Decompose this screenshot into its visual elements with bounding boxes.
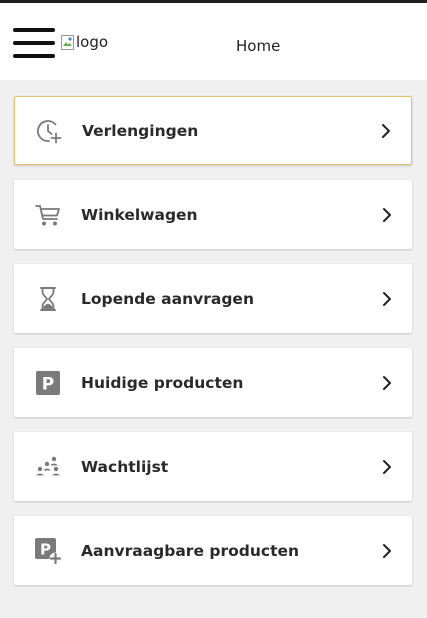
menu-item-label: Verlengingen (82, 121, 199, 140)
cart-icon (34, 201, 62, 229)
logo[interactable]: logo (61, 33, 108, 51)
menu-item-aanvraagbare-producten[interactable]: P Aanvraagbare producten (14, 516, 412, 585)
svg-text:P: P (42, 374, 54, 394)
parking-icon: P (34, 369, 62, 397)
broken-image-icon (61, 34, 74, 50)
logo-alt-text: logo (76, 33, 109, 51)
chevron-right-icon (383, 291, 391, 306)
parking-add-icon: P (34, 537, 62, 565)
page-title: Home (236, 37, 281, 55)
svg-text:P: P (40, 540, 51, 558)
menu-item-lopende-aanvragen[interactable]: Lopende aanvragen (14, 264, 412, 333)
renewal-clock-icon (35, 117, 63, 145)
waitlist-people-icon (34, 453, 62, 481)
hamburger-menu-icon[interactable] (13, 28, 55, 68)
menu-item-winkelwagen[interactable]: Winkelwagen (14, 180, 412, 249)
chevron-right-icon (383, 543, 391, 558)
menu-item-wachtlijst[interactable]: Wachtlijst (14, 432, 412, 501)
menu-item-label: Huidige producten (81, 373, 244, 392)
menu-item-label: Aanvraagbare producten (81, 541, 300, 560)
app-header: logo Home (0, 3, 427, 80)
chevron-right-icon (383, 459, 391, 474)
hourglass-icon (34, 285, 62, 313)
chevron-right-icon (382, 123, 390, 138)
menu-item-label: Wachtlijst (81, 457, 169, 476)
menu-item-label: Lopende aanvragen (81, 289, 254, 308)
menu-item-label: Winkelwagen (81, 205, 198, 224)
chevron-right-icon (383, 207, 391, 222)
menu-item-huidige-producten[interactable]: P Huidige producten (14, 348, 412, 417)
chevron-right-icon (383, 375, 391, 390)
main-content: Verlengingen Winkelwagen Lopende aanvrag… (0, 80, 427, 618)
menu-item-verlengingen[interactable]: Verlengingen (14, 96, 412, 165)
